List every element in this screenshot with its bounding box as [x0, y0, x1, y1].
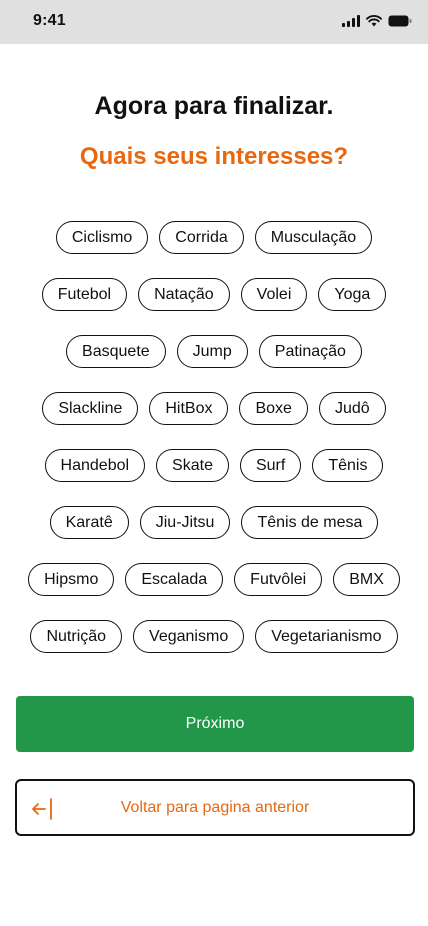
page-subtitle: Quais seus interesses? — [79, 143, 349, 170]
chip-row: Ciclismo Corrida Musculação — [0, 221, 428, 254]
interest-chip[interactable]: Ciclismo — [55, 221, 149, 254]
interest-chip[interactable]: Skate — [156, 449, 229, 482]
chip-row: Slackline HitBox Boxe Judô — [0, 392, 428, 425]
interest-chip[interactable]: BMX — [333, 563, 400, 596]
chip-row: Futebol Natação Volei Yoga — [0, 278, 428, 311]
chip-row: Handebol Skate Surf Tênis — [0, 449, 428, 482]
interest-chip[interactable]: Tênis de mesa — [241, 506, 379, 539]
interest-chips: Ciclismo Corrida Musculação Futebol Nata… — [0, 221, 428, 677]
back-button-label: Voltar para pagina anterior — [120, 798, 310, 816]
interest-chip[interactable]: Vegetarianismo — [255, 620, 398, 653]
interest-chip[interactable]: Basquete — [66, 335, 166, 368]
interest-chip[interactable]: Nutrição — [30, 620, 123, 653]
interest-chip[interactable]: Escalada — [125, 563, 224, 596]
interest-chip[interactable]: Surf — [239, 449, 302, 482]
chip-row: Basquete Jump Patinação — [0, 335, 428, 368]
interest-chip[interactable]: Boxe — [239, 392, 308, 425]
interest-chip[interactable]: Judô — [318, 392, 386, 425]
interest-chip[interactable]: Natação — [138, 278, 230, 311]
chip-row: Hipsmo Escalada Futvôlei BMX — [0, 563, 428, 596]
interest-chip[interactable]: Musculação — [254, 221, 373, 254]
interest-chip[interactable]: Futebol — [41, 278, 128, 311]
cellular-signal-icon — [342, 15, 360, 27]
page-title: Agora para finalizar. — [94, 92, 334, 120]
interest-chip[interactable]: Veganismo — [133, 620, 245, 653]
back-button[interactable]: Voltar para pagina anterior — [15, 779, 415, 836]
battery-icon — [388, 15, 412, 27]
arrow-left-icon — [31, 797, 55, 826]
interest-chip[interactable]: Tênis — [312, 449, 384, 482]
interest-chip[interactable]: Jiu-Jitsu — [139, 506, 231, 539]
status-bar: 9:41 — [0, 0, 428, 44]
interest-chip[interactable]: Handebol — [44, 449, 146, 482]
interest-chip[interactable]: Yoga — [318, 278, 387, 311]
interest-chip[interactable]: Hipsmo — [28, 563, 115, 596]
status-icons — [342, 15, 412, 27]
status-time: 9:41 — [33, 12, 66, 29]
next-button-label: Próximo — [185, 715, 245, 732]
chip-row: Karatê Jiu-Jitsu Tênis de mesa — [0, 506, 428, 539]
interest-chip[interactable]: Futvôlei — [234, 563, 323, 596]
interest-chip[interactable]: Volei — [240, 278, 308, 311]
interest-chip[interactable]: Jump — [176, 335, 248, 368]
interest-chip[interactable]: Karatê — [49, 506, 129, 539]
next-button[interactable]: Próximo — [16, 696, 414, 752]
interest-chip[interactable]: Patinação — [258, 335, 362, 368]
chip-row: Nutrição Veganismo Vegetarianismo — [0, 620, 428, 653]
interest-chip[interactable]: HitBox — [149, 392, 229, 425]
interest-chip[interactable]: Slackline — [42, 392, 139, 425]
wifi-icon — [366, 15, 382, 27]
interest-chip[interactable]: Corrida — [159, 221, 244, 254]
